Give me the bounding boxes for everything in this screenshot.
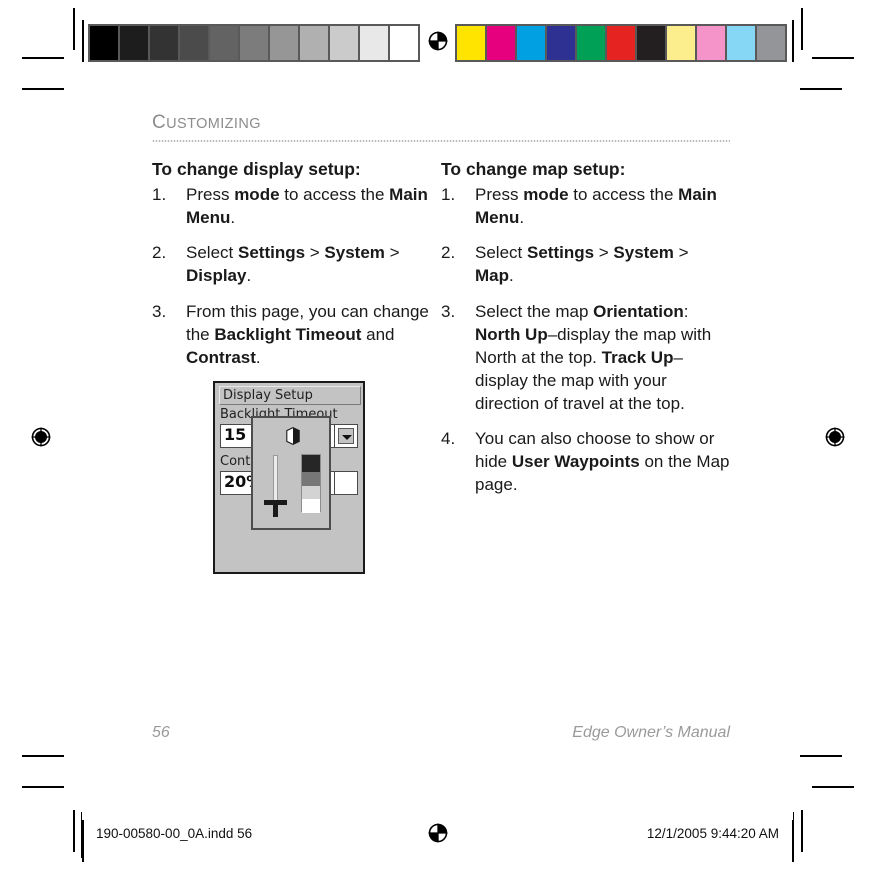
right-section-title: To change map setup: <box>441 159 626 179</box>
step-item: 1. Press mode to access the Main Menu. <box>441 183 730 229</box>
crop-mark-bottom-right-h <box>812 786 854 788</box>
calibration-swatch <box>727 26 755 60</box>
running-head-rest: USTOMIZING <box>166 116 261 132</box>
contrast-slider-stem <box>273 503 278 517</box>
grayscale-calibration-bar <box>88 24 420 62</box>
contrast-preview-ramp <box>301 453 321 513</box>
calibration-swatch <box>240 26 268 60</box>
running-head-initial: C <box>152 112 167 133</box>
step-text: Select the map Orientation: North Up–dis… <box>475 301 712 413</box>
step-item: 3. Select the map Orientation: North Up–d… <box>441 300 730 416</box>
calibration-swatch <box>667 26 695 60</box>
calibration-swatch <box>607 26 635 60</box>
crop-mark-top-left-v <box>73 8 75 50</box>
calibration-swatch <box>150 26 178 60</box>
step-number: 4. <box>441 429 456 449</box>
crop-mark-bottom-left-bleed <box>22 755 64 757</box>
right-step-list: 1. Press mode to access the Main Menu. 2. S… <box>441 183 730 496</box>
contrast-slider-thumb[interactable] <box>264 499 287 505</box>
calibration-swatch <box>390 26 418 60</box>
header-rule <box>152 140 730 142</box>
calibration-swatch <box>697 26 725 60</box>
step-text: You can also choose to show or hide User… <box>475 429 730 495</box>
calibration-swatch <box>577 26 605 60</box>
step-item: 1. Press mode to access the Main Menu. <box>152 183 441 229</box>
crop-mark-top-left-bleed-v <box>82 20 84 62</box>
step-item: 2. Select Settings > System > Display. <box>152 241 441 287</box>
manual-title: Edge Owner’s Manual <box>572 724 730 741</box>
calibration-swatch <box>90 26 118 60</box>
step-number: 2. <box>441 243 456 263</box>
registration-target-left <box>28 424 54 450</box>
step-number: 1. <box>441 185 456 205</box>
step-item: 4. You can also choose to show or hide Us… <box>441 427 730 496</box>
device-contrast-popup[interactable] <box>251 415 331 530</box>
step-number: 3. <box>441 301 456 321</box>
calibration-swatch <box>180 26 208 60</box>
calibration-swatch <box>457 26 485 60</box>
step-item: 3. From this page, you can change the Bac… <box>152 300 441 369</box>
chevron-down-icon[interactable] <box>334 423 358 448</box>
crop-mark-top-left-bleed <box>22 88 64 90</box>
slug-rule-left <box>81 812 82 858</box>
crop-mark-top-right-bleed-v <box>792 20 794 62</box>
contrast-half-circle-icon <box>284 426 302 445</box>
step-number: 1. <box>152 185 167 205</box>
slug-filename: 190-00580-00_0A.indd 56 <box>96 826 253 841</box>
device-title-bar: Display Setup <box>219 385 361 405</box>
calibration-swatch <box>547 26 575 60</box>
step-text: Press mode to access the Main Menu. <box>186 185 428 228</box>
slug-rule-right <box>793 812 794 858</box>
crop-mark-top-right-bleed <box>800 88 842 90</box>
crop-mark-bottom-right-bleed <box>800 755 842 757</box>
calibration-swatch <box>120 26 148 60</box>
slug-timestamp: 12/1/2005 9:44:20 AM <box>646 826 779 841</box>
page-footer: 56 Edge Owner’s Manual <box>152 724 730 742</box>
print-slug-bar: 190-00580-00_0A.indd 56 12/1/2005 9:44:2… <box>0 812 875 858</box>
right-column: To change map setup: 1. Press mode to acc… <box>441 158 730 574</box>
left-section-title: To change display setup: <box>152 159 361 179</box>
registration-target-top <box>425 28 451 54</box>
step-text: Press mode to access the Main Menu. <box>475 185 717 228</box>
crop-mark-top-right-h <box>812 57 854 59</box>
calibration-swatch <box>757 26 785 60</box>
calibration-swatch <box>517 26 545 60</box>
left-column: To change display setup: 1. Press mode to… <box>152 158 441 574</box>
crop-mark-bottom-left-h <box>22 786 64 788</box>
print-page: CUSTOMIZING To change display setup: 1. P… <box>0 0 875 875</box>
step-text: Select Settings > System > Map. <box>475 243 689 286</box>
device-screenshot-figure: Display Setup Backlight Timeout 15 Contr… <box>213 380 365 574</box>
crop-mark-top-left-h <box>22 57 64 59</box>
calibration-swatch <box>330 26 358 60</box>
calibration-swatch <box>270 26 298 60</box>
calibration-swatch <box>300 26 328 60</box>
color-calibration-bar <box>455 24 787 62</box>
two-column-body: To change display setup: 1. Press mode to… <box>152 158 730 574</box>
device-contrast-swatch-box[interactable] <box>334 470 358 495</box>
step-number: 3. <box>152 301 167 321</box>
calibration-swatch <box>360 26 388 60</box>
page-content: CUSTOMIZING To change display setup: 1. P… <box>152 112 730 574</box>
step-item: 2. Select Settings > System > Map. <box>441 241 730 287</box>
page-number: 56 <box>152 724 170 741</box>
registration-target-right <box>822 424 848 450</box>
crop-mark-top-right-v <box>801 8 803 50</box>
step-text: From this page, you can change the Backl… <box>186 301 429 367</box>
calibration-swatch <box>210 26 238 60</box>
calibration-swatch <box>637 26 665 60</box>
running-head: CUSTOMIZING <box>152 112 730 134</box>
step-number: 2. <box>152 243 167 263</box>
calibration-swatch <box>487 26 515 60</box>
step-text: Select Settings > System > Display. <box>186 243 400 286</box>
left-step-list: 1. Press mode to access the Main Menu. 2. S… <box>152 183 441 369</box>
